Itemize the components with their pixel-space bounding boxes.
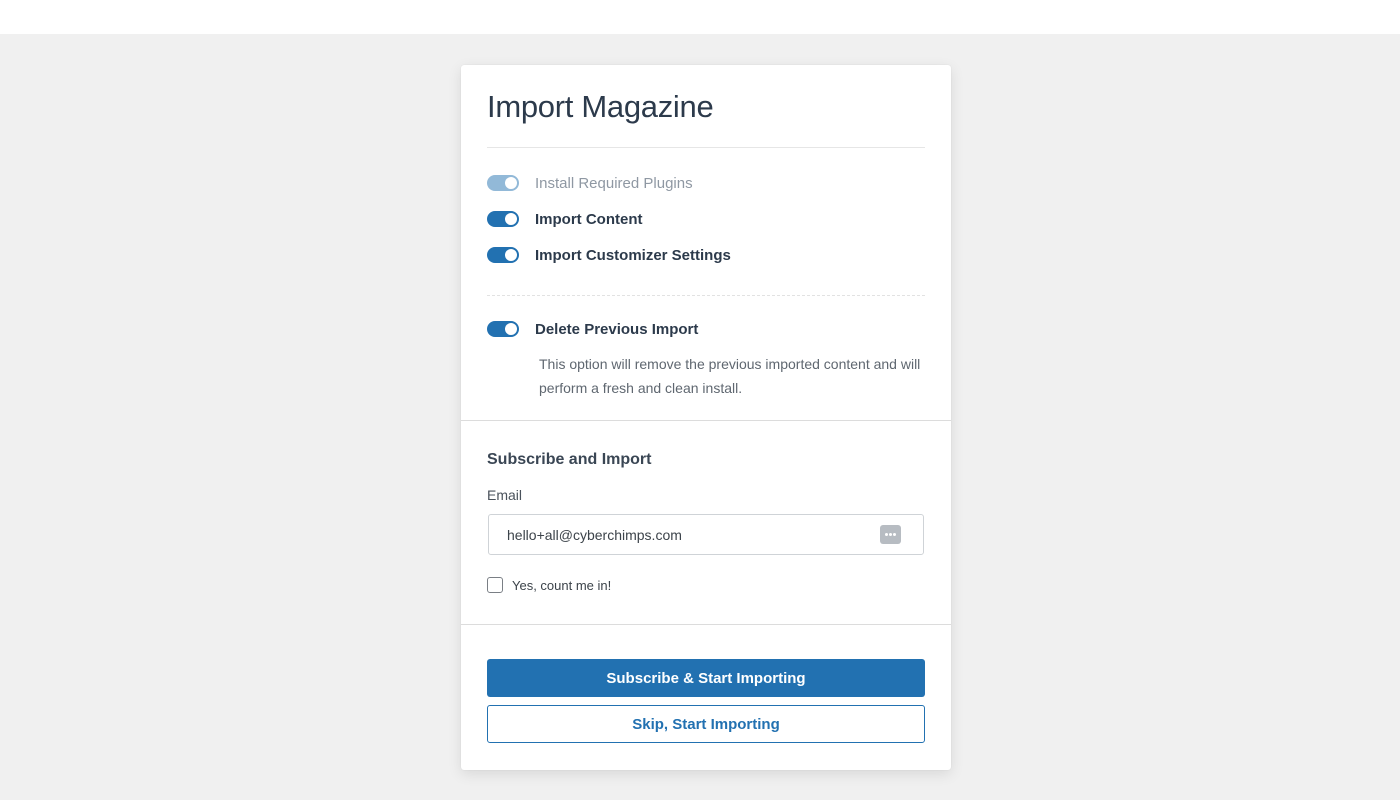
email-field[interactable]: hello+all@cyberchimps.com — [488, 514, 924, 555]
email-value: hello+all@cyberchimps.com — [507, 527, 682, 543]
delete-previous-label: Delete Previous Import — [535, 320, 699, 338]
delete-previous-description: This option will remove the previous imp… — [539, 356, 921, 396]
option-install-plugins: Install Required Plugins — [487, 173, 693, 193]
dialog-title: Import Magazine — [487, 89, 714, 124]
consent-checkbox[interactable] — [487, 577, 503, 593]
import-content-toggle[interactable] — [487, 211, 519, 227]
email-label: Email — [487, 487, 523, 503]
toggle-knob — [505, 213, 517, 225]
option-import-content[interactable]: Import Content — [487, 209, 642, 229]
consent-label: Yes, count me in! — [512, 577, 612, 593]
import-dialog: Import Magazine Install Required Plugins… — [461, 65, 951, 770]
section-divider — [461, 420, 951, 421]
title-divider — [487, 147, 925, 148]
import-customizer-toggle[interactable] — [487, 247, 519, 263]
option-delete-previous[interactable]: Delete Previous Import — [487, 319, 698, 339]
password-manager-icon[interactable] — [880, 525, 901, 544]
toggle-knob — [505, 249, 517, 261]
import-customizer-label: Import Customizer Settings — [535, 246, 731, 264]
import-content-label: Import Content — [535, 210, 643, 228]
top-bar — [0, 0, 1400, 34]
delete-previous-toggle[interactable] — [487, 321, 519, 337]
options-divider — [487, 295, 925, 296]
subscribe-heading: Subscribe and Import — [487, 451, 652, 468]
option-import-customizer[interactable]: Import Customizer Settings — [487, 245, 731, 265]
subscribe-start-importing-button[interactable]: Subscribe & Start Importing — [487, 659, 925, 697]
toggle-knob — [505, 323, 517, 335]
install-plugins-label: Install Required Plugins — [535, 174, 693, 192]
consent-row[interactable]: Yes, count me in! — [487, 577, 611, 593]
actions-divider — [461, 624, 951, 625]
toggle-knob — [505, 177, 517, 189]
install-plugins-toggle — [487, 175, 519, 191]
skip-start-importing-button[interactable]: Skip, Start Importing — [487, 705, 925, 743]
